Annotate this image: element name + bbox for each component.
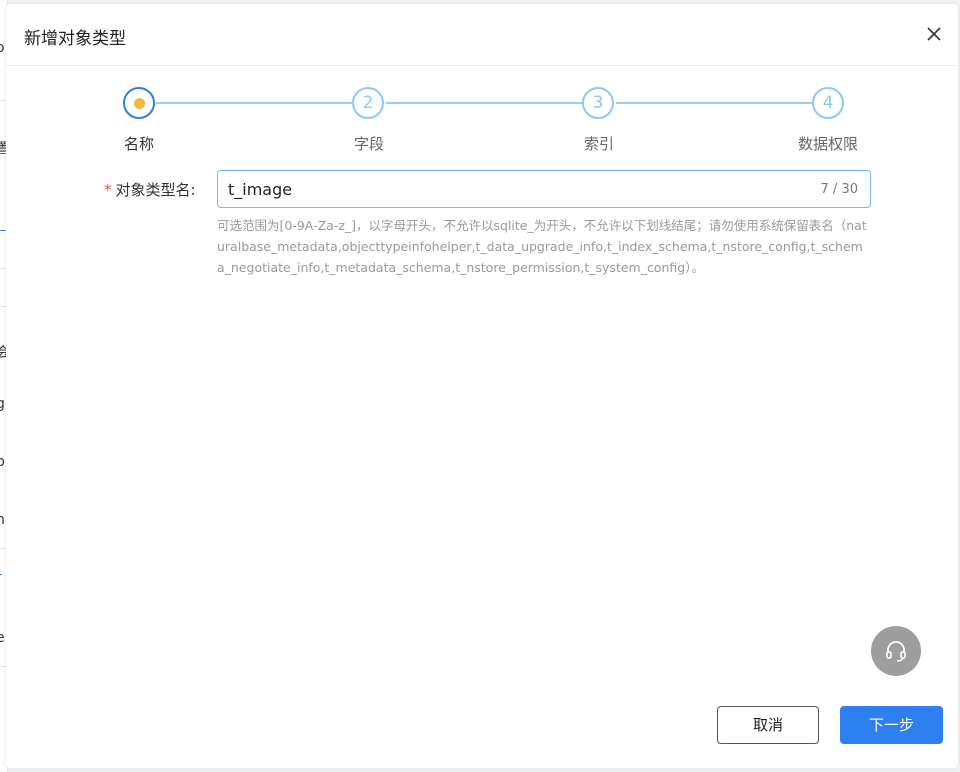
background-text: p	[0, 454, 5, 470]
step-4-label: 数据权限	[798, 135, 859, 153]
step-connector	[156, 102, 352, 104]
required-mark: *	[104, 181, 112, 199]
close-button[interactable]	[924, 24, 944, 44]
step-indicator: 2 3 4 名称 字段 索引 数据权限	[6, 87, 958, 157]
step-connector	[386, 102, 582, 104]
cancel-button[interactable]: 取消	[717, 706, 819, 744]
step-1-label: 名称	[124, 135, 155, 153]
background-text: r	[0, 570, 2, 586]
next-step-button[interactable]: 下一步	[840, 706, 943, 744]
background-text: e	[0, 630, 5, 646]
naming-rules-hint: 可选范围为[0-9A-Za-z_]，以字母开头，不允许以sqlite_为开头，不…	[217, 218, 867, 275]
headset-icon	[886, 641, 906, 662]
step-3-circle: 3	[582, 87, 614, 119]
current-step-dot	[134, 98, 145, 109]
character-counter: 7 / 30	[820, 182, 858, 197]
label-text: 对象类型名:	[115, 181, 196, 199]
step-2-label: 字段	[354, 135, 385, 153]
step-2-circle: 2	[352, 87, 384, 119]
object-type-name-input[interactable]	[228, 171, 788, 207]
step-4-circle: 4	[812, 87, 844, 119]
close-icon	[927, 27, 941, 41]
step-connector	[616, 102, 812, 104]
background-text: g	[0, 396, 5, 412]
customer-support-button[interactable]	[871, 626, 921, 676]
step-3-label: 索引	[584, 135, 615, 153]
object-type-name-field[interactable]: 7 / 30	[217, 170, 871, 208]
dialog-title: 新增对象类型	[24, 29, 126, 49]
step-1-circle	[123, 87, 155, 119]
background-text: o	[0, 40, 5, 56]
new-object-type-dialog: 新增对象类型 2 3 4 名称 字段 索引 数据权限 *对象类型名: 7 / 3…	[6, 4, 958, 768]
object-type-name-label: * 对象类型名:	[104, 179, 196, 200]
dialog-header: 新增对象类型	[6, 4, 958, 66]
background-text: n	[0, 512, 5, 528]
